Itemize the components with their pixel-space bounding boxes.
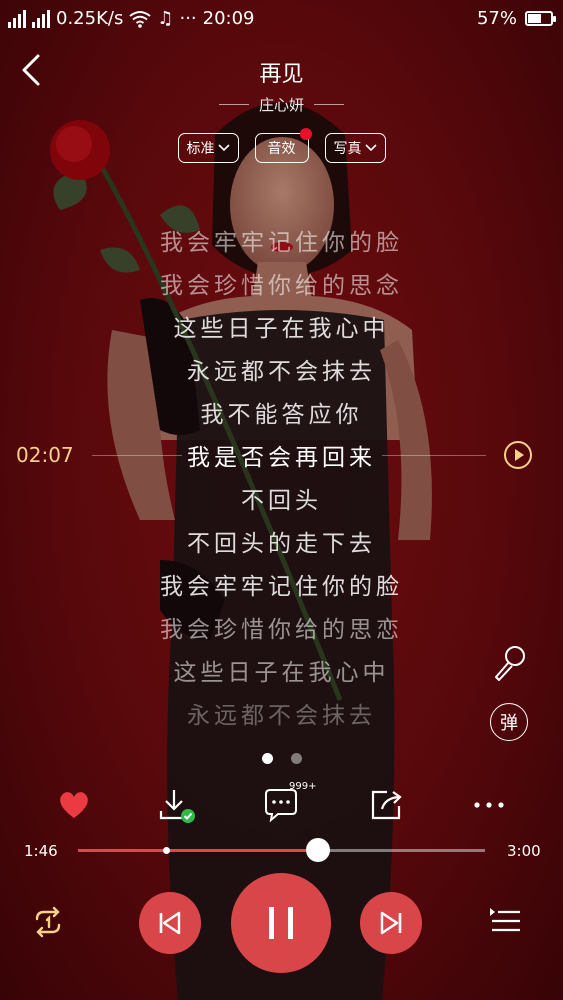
- pause-button[interactable]: [231, 873, 331, 973]
- battery-fill: [528, 14, 541, 23]
- wifi-icon: [129, 10, 151, 28]
- lyric-line: 这些日子在我心中: [173, 316, 390, 342]
- repeat-icon[interactable]: [30, 904, 66, 940]
- lyric-seek-play-icon[interactable]: [504, 441, 532, 469]
- lyric-line: 我不能答应你: [200, 402, 363, 428]
- pause-icon: [269, 907, 293, 939]
- lyric-line: 我会珍惜你给的思念: [160, 273, 403, 299]
- heart-icon[interactable]: [56, 784, 92, 826]
- page-dot: [290, 753, 302, 764]
- divider-left: [218, 104, 249, 105]
- photo-mode-label: 写真: [333, 141, 362, 157]
- danmu-button[interactable]: 弹: [490, 703, 528, 741]
- next-icon: [380, 911, 402, 935]
- lyric-line: 不回头: [241, 488, 322, 514]
- lyric-line: 我会牢牢记住你的脸: [160, 230, 403, 256]
- page-indicator: [0, 753, 563, 764]
- playlist-icon[interactable]: [488, 906, 522, 938]
- signal-2-icon: [32, 9, 50, 28]
- download-icon[interactable]: [157, 784, 197, 826]
- microphone-icon[interactable]: [490, 643, 530, 683]
- lyric-line: 永远都不会抹去: [187, 703, 376, 729]
- lyric-seek-line-right: [382, 455, 486, 456]
- battery-percent: 57%: [476, 8, 517, 29]
- previous-icon: [159, 911, 181, 935]
- network-speed: 0.25K/s: [56, 8, 124, 29]
- lyric-line: 永远都不会抹去: [187, 359, 376, 385]
- danmu-label: 弹: [500, 713, 518, 734]
- lyrics-panel[interactable]: 我会牢牢记住你的脸 我会珍惜你给的思念 这些日子在我心中 永远都不会抹去 我不能…: [0, 222, 563, 738]
- status-left: 0.25K/s ♫ ··· 20:09: [8, 8, 255, 29]
- previous-button[interactable]: [139, 892, 201, 954]
- battery-icon: [525, 11, 556, 26]
- comment-count: 999+: [289, 781, 317, 792]
- share-icon[interactable]: [369, 784, 405, 826]
- total-time: 3:00: [507, 842, 541, 860]
- quality-tags: 标准 音效 写真: [0, 128, 563, 163]
- chevron-down-icon: [364, 144, 377, 152]
- next-button[interactable]: [360, 892, 422, 954]
- lyric-line: 不回头的走下去: [187, 531, 376, 557]
- clock: 20:09: [202, 8, 255, 29]
- new-badge-dot: [299, 128, 312, 140]
- progress-played: [78, 849, 318, 852]
- chevron-down-icon: [217, 144, 230, 152]
- status-bar: 0.25K/s ♫ ··· 20:09 57%: [0, 0, 563, 40]
- lyric-line: 这些日子在我心中: [173, 660, 390, 686]
- photo-mode-button[interactable]: 写真: [324, 133, 386, 163]
- more-status-icon: ···: [179, 8, 197, 29]
- more-icon[interactable]: [470, 784, 508, 826]
- lyric-line: 我会牢牢记住你的脸: [160, 574, 403, 600]
- divider-right: [314, 104, 344, 105]
- lyric-seek-line-left: [92, 455, 182, 456]
- artist-name[interactable]: 庄心妍: [259, 94, 304, 115]
- lyric-line-current: 我是否会再回来: [187, 445, 376, 471]
- status-right: 57%: [476, 8, 556, 29]
- quality-standard-label: 标准: [186, 141, 215, 157]
- music-note-icon: ♫: [157, 8, 174, 29]
- page-dot-active: [261, 753, 273, 764]
- lyric-line: 我会珍惜你给的思恋: [160, 617, 403, 643]
- signal-icon: [8, 9, 26, 28]
- progress-bar[interactable]: [78, 838, 485, 862]
- current-time: 1:46: [24, 842, 58, 860]
- progress-handle[interactable]: [305, 838, 330, 862]
- sound-effect-label: 音效: [267, 141, 296, 157]
- song-title: 再见: [259, 62, 304, 87]
- sound-effect-button[interactable]: 音效: [254, 128, 312, 163]
- lyric-seek-time: 02:07: [16, 443, 74, 467]
- quality-standard-button[interactable]: 标准: [177, 133, 239, 163]
- artist-row[interactable]: 庄心妍: [0, 94, 563, 115]
- buffer-marker: [162, 847, 170, 854]
